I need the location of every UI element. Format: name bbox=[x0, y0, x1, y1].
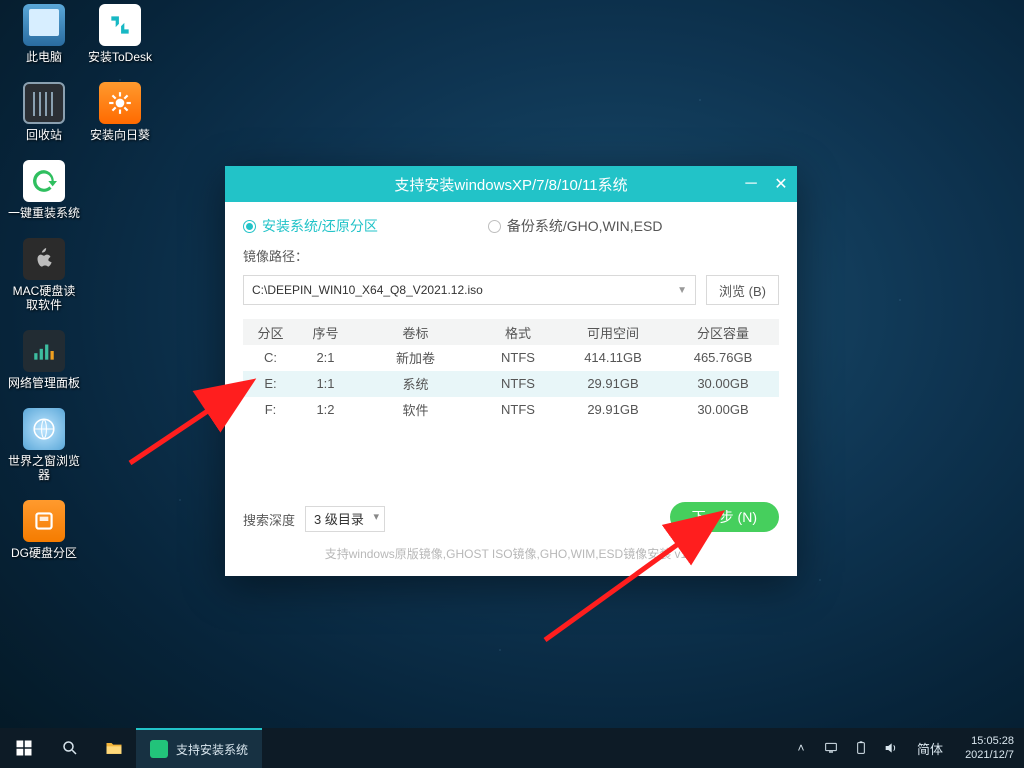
icon-label: 安装向日葵 bbox=[90, 128, 150, 142]
tray-ime[interactable]: 简体 bbox=[913, 739, 947, 758]
taskbar-search-button[interactable] bbox=[48, 728, 92, 768]
system-tray: ˄ 简体 bbox=[785, 728, 955, 768]
desktop-icon-mac-disk[interactable]: MAC硬盘读 取软件 bbox=[8, 238, 80, 312]
task-label: 支持安装系统 bbox=[176, 741, 248, 758]
image-path-dropdown[interactable]: C:\DEEPIN_WIN10_X64_Q8_V2021.12.iso ▼ bbox=[243, 275, 696, 305]
titlebar[interactable]: 支持安装windowsXP/7/8/10/11系统 ─ ✕ bbox=[225, 166, 797, 202]
pc-icon bbox=[23, 4, 65, 46]
browse-button[interactable]: 浏览 (B) bbox=[706, 275, 779, 305]
search-depth-label: 搜索深度 bbox=[243, 510, 295, 529]
bin-icon bbox=[23, 82, 65, 124]
table-row[interactable]: C: 2:1 新加卷 NTFS 414.11GB 465.76GB bbox=[243, 345, 779, 371]
desktop-icon-this-pc[interactable]: 此电脑 bbox=[8, 4, 80, 64]
start-button[interactable] bbox=[0, 728, 48, 768]
tray-caret-up-icon[interactable]: ˄ bbox=[793, 740, 809, 756]
col-index: 序号 bbox=[298, 323, 353, 342]
partition-table: 分区 序号 卷标 格式 可用空间 分区容量 C: 2:1 新加卷 NTFS 41… bbox=[243, 319, 779, 423]
dg-icon bbox=[23, 500, 65, 542]
radio-dot-icon bbox=[488, 220, 501, 233]
table-header: 分区 序号 卷标 格式 可用空间 分区容量 bbox=[243, 319, 779, 345]
taskbar-task-installer[interactable]: 支持安装系统 bbox=[136, 728, 262, 768]
tray-battery-icon[interactable] bbox=[853, 740, 869, 756]
image-path-label: 镜像路径： bbox=[243, 246, 779, 265]
icon-label: DG硬盘分区 bbox=[11, 546, 77, 560]
close-button[interactable]: ✕ bbox=[773, 176, 789, 192]
installer-window: 支持安装windowsXP/7/8/10/11系统 ─ ✕ 安装系统/还原分区 … bbox=[225, 166, 797, 576]
col-partition: 分区 bbox=[243, 323, 298, 342]
radio-backup-mode[interactable]: 备份系统/GHO,WIN,ESD bbox=[488, 216, 663, 236]
todesk-icon bbox=[99, 4, 141, 46]
minimize-button[interactable]: ─ bbox=[743, 176, 759, 192]
table-row[interactable]: E: 1:1 系统 NTFS 29.91GB 30.00GB bbox=[243, 371, 779, 397]
icon-label: MAC硬盘读 取软件 bbox=[13, 284, 76, 312]
radio-dot-icon bbox=[243, 220, 256, 233]
tray-volume-icon[interactable] bbox=[883, 740, 899, 756]
taskbar-clock[interactable]: 15:05:28 2021/12/7 bbox=[955, 734, 1024, 762]
desktop-icon-column-2: 安装ToDesk 安装向日葵 bbox=[84, 4, 156, 160]
icon-label: 安装ToDesk bbox=[88, 50, 152, 64]
table-row[interactable]: F: 1:2 软件 NTFS 29.91GB 30.00GB bbox=[243, 397, 779, 423]
radio-label: 备份系统/GHO,WIN,ESD bbox=[507, 216, 663, 236]
search-depth-select[interactable]: 3 级目录 bbox=[305, 506, 385, 532]
radio-install-mode[interactable]: 安装系统/还原分区 bbox=[243, 216, 378, 236]
icon-label: 一键重装系统 bbox=[8, 206, 80, 220]
desktop: 此电脑 回收站 一键重装系统 MAC硬盘读 取软件 网络管理面板 bbox=[0, 0, 1024, 768]
tray-network-icon[interactable] bbox=[823, 740, 839, 756]
desktop-icon-network-panel[interactable]: 网络管理面板 bbox=[8, 330, 80, 390]
globe-icon bbox=[23, 408, 65, 450]
clock-time: 15:05:28 bbox=[971, 734, 1014, 748]
network-icon bbox=[23, 330, 65, 372]
icon-label: 世界之窗浏览 器 bbox=[8, 454, 80, 482]
desktop-icon-sunlogin[interactable]: 安装向日葵 bbox=[84, 82, 156, 142]
apple-icon bbox=[23, 238, 65, 280]
desktop-icon-reinstall[interactable]: 一键重装系统 bbox=[8, 160, 80, 220]
window-body: 安装系统/还原分区 备份系统/GHO,WIN,ESD 镜像路径： C:\DEEP… bbox=[225, 202, 797, 433]
col-free: 可用空间 bbox=[558, 323, 668, 342]
col-format: 格式 bbox=[478, 323, 558, 342]
col-label: 卷标 bbox=[353, 323, 478, 342]
taskbar: 支持安装系统 ˄ 简体 15:05:28 2021/12/7 bbox=[0, 728, 1024, 768]
support-text: 支持windows原版镜像,GHOST ISO镜像,GHO,WIM,ESD镜像安… bbox=[225, 545, 797, 562]
taskbar-explorer-button[interactable] bbox=[92, 728, 136, 768]
desktop-icon-dg[interactable]: DG硬盘分区 bbox=[8, 500, 80, 560]
desktop-icon-todesk[interactable]: 安装ToDesk bbox=[84, 4, 156, 64]
desktop-icon-browser[interactable]: 世界之窗浏览 器 bbox=[8, 408, 80, 482]
clock-date: 2021/12/7 bbox=[965, 748, 1014, 762]
window-title: 支持安装windowsXP/7/8/10/11系统 bbox=[394, 174, 627, 195]
radio-label: 安装系统/还原分区 bbox=[262, 216, 378, 236]
reinstall-icon bbox=[23, 160, 65, 202]
sunflower-icon bbox=[99, 82, 141, 124]
task-app-icon bbox=[150, 740, 168, 758]
desktop-icon-recycle-bin[interactable]: 回收站 bbox=[8, 82, 80, 142]
icon-label: 回收站 bbox=[26, 128, 62, 142]
col-capacity: 分区容量 bbox=[668, 323, 778, 342]
image-path-value: C:\DEEPIN_WIN10_X64_Q8_V2021.12.iso bbox=[252, 283, 483, 297]
icon-label: 网络管理面板 bbox=[8, 376, 80, 390]
icon-label: 此电脑 bbox=[26, 50, 62, 64]
next-button[interactable]: 下一步 (N) bbox=[670, 502, 779, 532]
caret-down-icon: ▼ bbox=[677, 285, 687, 296]
